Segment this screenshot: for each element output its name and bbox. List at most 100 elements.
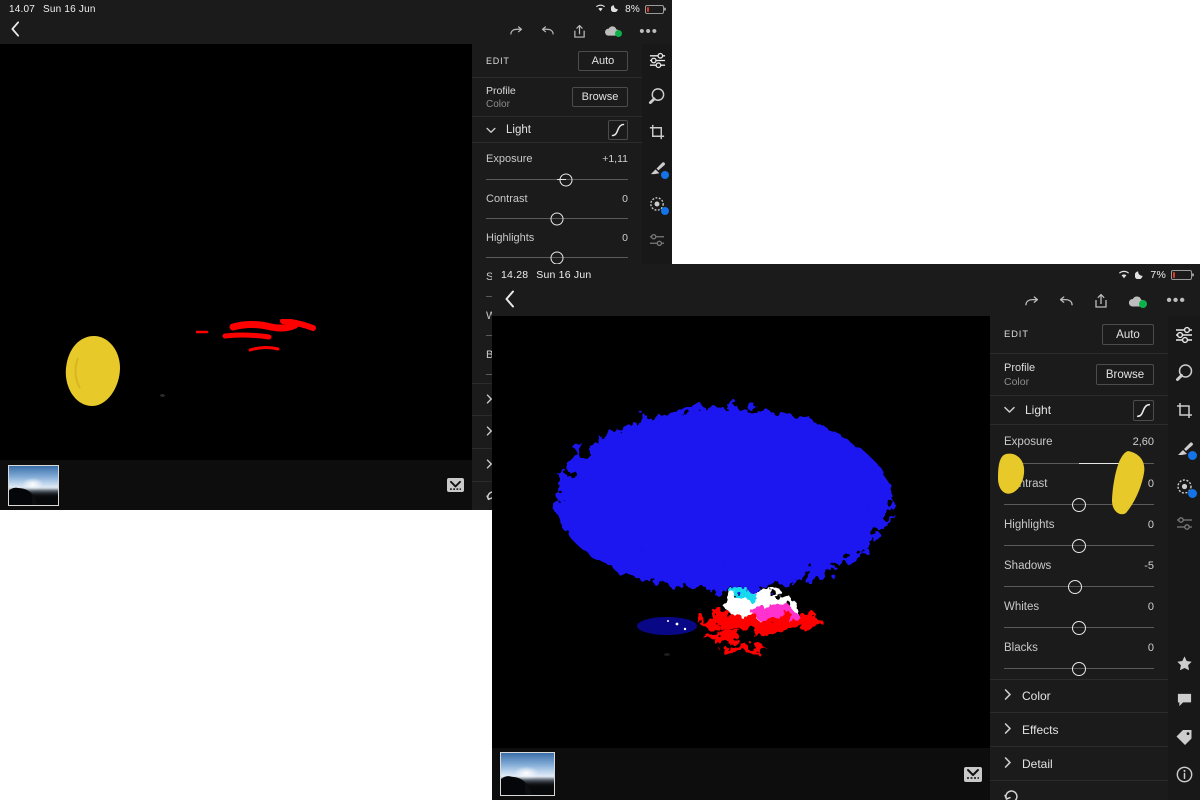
filmstrip-collapse-icon[interactable]: [964, 766, 982, 782]
light-section-header[interactable]: Light: [472, 117, 642, 143]
slider-knob[interactable]: [550, 251, 564, 264]
filmstrip-one: [0, 460, 472, 510]
profile-row[interactable]: Profile Color Browse: [990, 354, 1168, 396]
edit-sliders-icon[interactable]: [646, 50, 668, 70]
lightroom-window-two: 14.28 Sun 16 Jun 7% ••• EDIT Auto Profil…: [492, 264, 1200, 800]
slider-knob[interactable]: [1118, 456, 1133, 471]
chevron-down-icon: [486, 121, 496, 139]
undo-icon[interactable]: [541, 25, 555, 37]
slider-shadows-header: Shadows -5: [1004, 560, 1154, 572]
crop-icon[interactable]: [1172, 400, 1196, 421]
selective-brush-icon[interactable]: [646, 158, 669, 179]
section-effects[interactable]: Effects: [990, 713, 1168, 747]
share-icon[interactable]: [1094, 293, 1108, 309]
status-time: 14.07: [9, 3, 36, 15]
thumbnail-trees: [501, 771, 526, 795]
edit-sliders-icon[interactable]: [1172, 324, 1196, 345]
masking-icon[interactable]: [1172, 476, 1197, 498]
redo-icon[interactable]: [509, 25, 523, 37]
photo-canvas-two[interactable]: [492, 316, 990, 748]
more-options-icon[interactable]: •••: [639, 23, 658, 40]
redo-icon[interactable]: [1024, 295, 1039, 308]
masking-badge: [1188, 489, 1197, 498]
share-icon[interactable]: [573, 24, 586, 39]
slider-blacks[interactable]: Blacks 0: [1004, 642, 1154, 676]
crop-icon[interactable]: [646, 122, 668, 142]
profile-row[interactable]: Profile Color Browse: [472, 78, 642, 117]
section-color[interactable]: Color: [990, 679, 1168, 713]
slider-track[interactable]: [1004, 620, 1154, 635]
slider-track[interactable]: [486, 212, 628, 225]
slider-knob[interactable]: [1067, 579, 1082, 594]
back-button[interactable]: [492, 290, 516, 312]
slider-shadows[interactable]: Shadows -5: [1004, 560, 1154, 594]
slider-track[interactable]: [486, 251, 628, 264]
tool-rail-two: [1168, 316, 1200, 800]
slider-track[interactable]: [1004, 661, 1154, 676]
slider-highlights[interactable]: Highlights 0: [1004, 519, 1154, 553]
reset-icon[interactable]: [990, 781, 1168, 800]
slider-contrast[interactable]: Contrast 0: [1004, 478, 1154, 512]
edit-label: EDIT: [486, 55, 510, 66]
slider-highlights[interactable]: Highlights 0: [486, 232, 628, 264]
tone-curve-icon[interactable]: [608, 119, 628, 140]
auto-button[interactable]: Auto: [1102, 324, 1154, 345]
photo-canvas-one[interactable]: [0, 44, 472, 460]
slider-label: Contrast: [1004, 478, 1048, 490]
back-button[interactable]: [0, 21, 21, 41]
slider-contrast-header: Contrast 0: [1004, 478, 1154, 490]
slider-label: Whites: [1004, 601, 1040, 613]
slider-knob[interactable]: [1072, 661, 1086, 676]
slider-knob[interactable]: [1072, 620, 1086, 635]
presets-icon[interactable]: [1172, 514, 1196, 533]
slider-value: -5: [1144, 560, 1154, 572]
presets-icon[interactable]: [646, 230, 668, 250]
slider-track[interactable]: [1004, 538, 1154, 553]
slider-whites[interactable]: Whites 0: [1004, 601, 1154, 635]
section-detail[interactable]: Detail: [990, 747, 1168, 781]
browse-button[interactable]: Browse: [1096, 364, 1154, 385]
info-icon[interactable]: [1172, 764, 1196, 784]
slider-track[interactable]: [1004, 456, 1154, 471]
wifi-icon: [1118, 269, 1130, 282]
edit-panel-two: EDIT Auto Profile Color Browse Light Exp…: [990, 316, 1168, 800]
cloud-sync-icon[interactable]: [1128, 295, 1148, 308]
keyword-tag-icon[interactable]: [1172, 727, 1196, 747]
tone-curve-icon[interactable]: [1133, 399, 1154, 421]
light-section-header[interactable]: Light: [990, 396, 1168, 425]
edit-label: EDIT: [1004, 329, 1029, 340]
slider-knob[interactable]: [559, 173, 573, 186]
status-bar-two: 14.28 Sun 16 Jun 7%: [492, 264, 1200, 286]
selective-brush-icon[interactable]: [1172, 438, 1197, 460]
slider-track[interactable]: [1004, 579, 1154, 594]
slider-track[interactable]: [1004, 497, 1154, 512]
cloud-sync-icon[interactable]: [604, 25, 623, 37]
moon-icon: [1135, 269, 1145, 282]
healing-brush-icon[interactable]: [1172, 362, 1196, 383]
slider-knob[interactable]: [550, 212, 564, 225]
annotation-yellow-blob-one: [65, 336, 120, 406]
filmstrip-thumbnail[interactable]: [8, 464, 59, 506]
filmstrip-collapse-icon[interactable]: [447, 478, 464, 492]
status-bar-right: 8%: [595, 3, 672, 15]
slider-exposure[interactable]: Exposure +1,11: [486, 153, 628, 186]
clipping-overlay: [556, 406, 892, 654]
comments-icon[interactable]: [1172, 690, 1196, 710]
more-options-icon[interactable]: •••: [1166, 292, 1186, 310]
slider-exposure[interactable]: Exposure 2,60: [1004, 436, 1154, 471]
canvas-dust-speck: [664, 653, 670, 656]
status-time: 14.28: [501, 269, 529, 281]
healing-brush-icon[interactable]: [646, 86, 668, 106]
browse-button[interactable]: Browse: [572, 87, 628, 107]
slider-contrast[interactable]: Contrast 0: [486, 193, 628, 225]
masking-icon[interactable]: [646, 194, 669, 215]
filmstrip-thumbnail[interactable]: [500, 752, 555, 796]
slider-knob[interactable]: [1072, 538, 1086, 553]
auto-button[interactable]: Auto: [578, 50, 628, 71]
slider-knob[interactable]: [1072, 497, 1086, 512]
rating-star-icon[interactable]: [1172, 653, 1196, 673]
chevron-right-icon: [1004, 687, 1012, 705]
undo-icon[interactable]: [1059, 295, 1074, 308]
slider-track[interactable]: [486, 173, 628, 186]
thumbnail-trees: [9, 482, 32, 505]
